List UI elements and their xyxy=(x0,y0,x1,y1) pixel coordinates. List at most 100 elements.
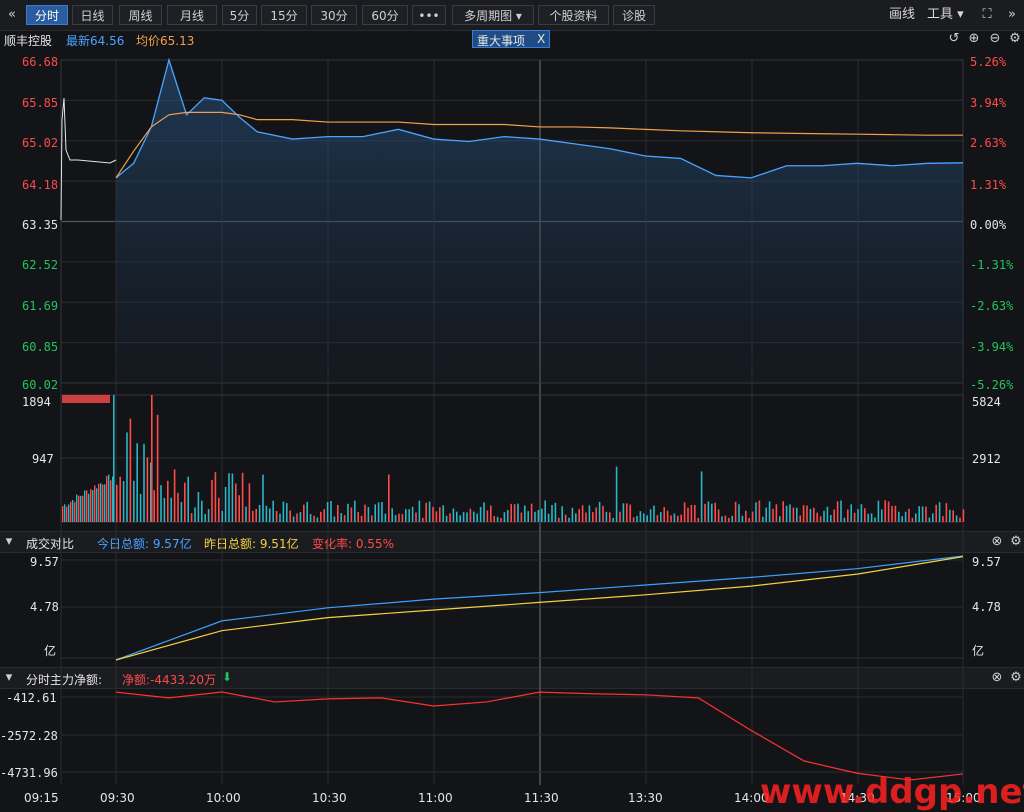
volume-bar xyxy=(255,508,257,522)
event-close-icon[interactable]: X xyxy=(537,32,545,46)
toolbar-button-4[interactable]: 5分 xyxy=(222,5,257,25)
turnover-axis-right-unit: 亿 xyxy=(972,644,985,658)
volume-bar xyxy=(850,504,852,522)
toolbar-button-5[interactable]: 15分 xyxy=(261,5,307,25)
down-arrow-icon: ⬇ xyxy=(222,670,233,684)
volume-bar xyxy=(163,497,166,522)
panel-settings-icon[interactable]: ⚙ xyxy=(1009,535,1023,549)
toolbar-button-2[interactable]: 周线 xyxy=(119,5,162,25)
toolbar-button-8[interactable]: ••• xyxy=(412,5,446,25)
volume-bar xyxy=(877,500,880,522)
volume-bar xyxy=(802,505,805,522)
toolbar-button-11[interactable]: 诊股 xyxy=(613,5,655,25)
collapse-down-icon[interactable]: ▾ xyxy=(3,535,15,549)
event-tag[interactable]: 重大事项 X xyxy=(472,30,550,48)
avg-price-line xyxy=(115,111,963,179)
volume-bar xyxy=(949,509,951,522)
volume-bar xyxy=(207,509,210,522)
volume-bar xyxy=(428,501,431,522)
volume-bar xyxy=(503,512,506,522)
turnover-panel-header: ▾ 成交对比 今日总额: 9.57亿 昨日总额: 9.51亿 变化率: 0.55… xyxy=(0,531,1024,553)
toolbar-button-3[interactable]: 月线 xyxy=(167,5,217,25)
volume-bar xyxy=(908,508,910,522)
volume-bar xyxy=(479,506,482,522)
volume-bar xyxy=(707,501,710,522)
toolbar-button-1[interactable]: 日线 xyxy=(72,5,113,25)
zoom-in-icon[interactable]: ⊕ xyxy=(967,32,981,46)
volume-bar xyxy=(469,508,472,522)
volume-bar xyxy=(177,492,179,522)
volume-bar xyxy=(112,476,114,522)
volume-bar xyxy=(197,492,200,522)
fullscreen-icon[interactable]: ⛶ xyxy=(979,8,995,22)
volume-bar xyxy=(602,505,604,522)
volume-bar xyxy=(694,504,696,522)
close-circle-icon[interactable]: ⊗ xyxy=(990,535,1004,549)
volume-bar xyxy=(241,472,244,522)
volume-bar xyxy=(636,515,638,522)
draw-line-button[interactable]: 画线 xyxy=(889,5,915,25)
volume-bar xyxy=(180,502,183,522)
volume-bar xyxy=(357,511,359,522)
volume-bar xyxy=(320,511,322,522)
toolbar-button-6[interactable]: 30分 xyxy=(311,5,357,25)
volume-bar xyxy=(391,508,393,522)
volume-bar xyxy=(575,513,577,522)
price-axis-right-label: 2.63% xyxy=(970,136,1007,150)
volume-bar xyxy=(646,515,648,522)
volume-bar xyxy=(547,513,550,522)
volume-bar xyxy=(496,516,499,522)
volume-bar xyxy=(228,473,230,522)
volume-bar xyxy=(663,507,665,522)
volume-bar xyxy=(796,507,798,522)
volume-bar xyxy=(724,515,727,522)
turnover-axis-left-unit: 亿 xyxy=(44,644,57,658)
stock-name: 顺丰控股 xyxy=(4,34,53,48)
volume-bar xyxy=(962,509,965,522)
volume-bar xyxy=(598,501,601,522)
toolbar-button-7[interactable]: 60分 xyxy=(362,5,408,25)
latest-price-label: 最新64.56 xyxy=(66,34,125,48)
netflow-title: 分时主力净额: xyxy=(26,673,103,687)
volume-bar xyxy=(527,511,529,522)
volume-bar xyxy=(306,501,308,522)
price-axis-right-label: -2.63% xyxy=(970,299,1014,313)
volume-bar xyxy=(789,504,791,522)
volume-bar xyxy=(537,509,540,522)
undo-icon[interactable]: ↺ xyxy=(947,32,961,46)
volume-bar xyxy=(282,501,285,522)
toolbar-button-10[interactable]: 个股资料 xyxy=(538,5,609,25)
more-right-chevron-icon[interactable]: » xyxy=(1006,8,1018,22)
volume-bar xyxy=(857,509,859,522)
close-circle-icon[interactable]: ⊗ xyxy=(990,671,1004,685)
volume-bar xyxy=(449,513,451,522)
volume-bar xyxy=(211,479,213,522)
volume-bar xyxy=(265,505,268,522)
volume-bar xyxy=(571,507,574,522)
volume-bar xyxy=(309,513,312,522)
volume-bar xyxy=(677,515,679,522)
settings-icon[interactable]: ⚙ xyxy=(1008,32,1022,46)
pre-market-line xyxy=(60,97,117,221)
volume-bar xyxy=(184,482,186,522)
time-axis-label: 11:00 xyxy=(418,791,453,805)
volume-bar xyxy=(901,516,903,522)
volume-bar xyxy=(887,501,890,522)
net-amount-label: 净额:-4433.20万 xyxy=(122,673,216,687)
volume-bar xyxy=(734,501,737,522)
volume-bar xyxy=(775,504,778,522)
volume-bar xyxy=(697,517,699,522)
toolbar-button-9[interactable]: 多周期图 ▾ xyxy=(452,5,534,25)
price-axis-right-label: 5.26% xyxy=(970,55,1007,69)
volume-bar xyxy=(326,502,329,522)
tools-menu-button[interactable]: 工具 ▾ xyxy=(927,5,964,25)
panel-settings-icon[interactable]: ⚙ xyxy=(1009,671,1023,685)
volume-bar xyxy=(435,511,438,522)
collapse-down-icon[interactable]: ▾ xyxy=(3,671,15,685)
toolbar-button-0[interactable]: 分时 xyxy=(26,5,68,25)
volume-bar xyxy=(765,507,767,522)
zoom-out-icon[interactable]: ⊖ xyxy=(988,32,1002,46)
volume-bar xyxy=(442,505,444,522)
double-left-chevron-icon[interactable]: « xyxy=(6,8,18,22)
yesterday-turnover-line xyxy=(115,556,964,661)
